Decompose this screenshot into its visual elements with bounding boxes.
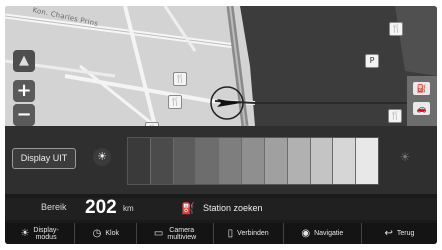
brightness-level-7[interactable]	[264, 138, 288, 184]
back-icon: ↩	[384, 228, 393, 239]
map-side-panel: ⛽ 🚗	[407, 76, 437, 126]
navigation-label: Navigatie	[314, 230, 344, 237]
display-off-button[interactable]: Display UIT	[12, 148, 76, 169]
brightness-level-2[interactable]	[150, 138, 174, 184]
brightness-level-9[interactable]	[310, 138, 334, 184]
navigation-button[interactable]: ◉ Navigatie	[284, 223, 362, 244]
range-unit: km	[123, 204, 134, 213]
camera-icon: ▭	[153, 228, 164, 239]
zoom-out-button[interactable]: −	[13, 104, 35, 126]
parking-icon[interactable]: P	[365, 54, 379, 68]
display-mode-icon: ☀	[20, 228, 30, 239]
back-label: Terug	[396, 230, 415, 237]
brightness-level-11[interactable]	[356, 138, 378, 184]
brightness-level-6[interactable]	[242, 138, 265, 184]
clock-button[interactable]: ◷ Klok	[75, 223, 138, 244]
charging-station-icon[interactable]: ⛽	[181, 202, 195, 216]
connect-label: Verbinden	[237, 230, 269, 237]
display-mode-button[interactable]: ☀ Display- modus	[5, 223, 76, 244]
brightness-level-8[interactable]	[287, 138, 311, 184]
zoom-in-button[interactable]: +	[13, 80, 35, 102]
brightness-level-1[interactable]	[128, 138, 151, 184]
brightness-panel: Display UIT ☀ ☀	[5, 126, 437, 194]
back-button[interactable]: ↩ Terug	[362, 223, 437, 244]
brightness-level-5[interactable]	[219, 138, 243, 184]
fuel-station-icon[interactable]: ⛽	[413, 82, 430, 95]
camera-multiview-button[interactable]: ▭ Camera multiview	[137, 223, 214, 244]
restaurant-icon[interactable]: 🍴	[388, 109, 402, 123]
infotainment-screen: Kon. Charles Prins 🍴 🍴 🍴 🍴 🍴 P ▲ + − ⛽ 🚗…	[5, 6, 437, 244]
map-layer-icon[interactable]: ▲	[13, 50, 35, 72]
restaurant-icon[interactable]: 🍴	[168, 95, 182, 109]
connect-button[interactable]: ▯ Verbinden	[214, 223, 284, 244]
brightness-level-10[interactable]	[333, 138, 357, 184]
navigation-icon: ◉	[301, 228, 311, 239]
car-icon[interactable]: 🚗	[413, 102, 430, 115]
clock-icon: ◷	[92, 228, 102, 239]
restaurant-icon[interactable]: 🍴	[389, 22, 403, 36]
brightness-slider[interactable]	[127, 137, 379, 185]
info-bar: Bereik 202 km ⛽ Station zoeken	[5, 197, 437, 220]
brightness-high-icon[interactable]: ☀	[396, 148, 414, 166]
clock-label: Klok	[105, 230, 119, 237]
brightness-level-4[interactable]	[196, 138, 220, 184]
range-value: 202	[85, 197, 117, 218]
bottom-nav: ☀ Display- modus ◷ Klok ▭ Camera multivi…	[5, 223, 437, 244]
camera-multiview-label: Camera multiview	[167, 226, 197, 241]
display-mode-label: Display- modus	[33, 226, 59, 241]
brightness-level-3[interactable]	[173, 138, 197, 184]
map-view[interactable]: Kon. Charles Prins 🍴 🍴 🍴 🍴 🍴 P ▲ + − ⛽ 🚗	[5, 6, 437, 126]
phone-icon: ▯	[227, 228, 234, 239]
brightness-low-icon[interactable]: ☀	[93, 148, 111, 166]
restaurant-icon[interactable]: 🍴	[173, 72, 187, 86]
range-label: Bereik	[41, 202, 67, 212]
station-search-button[interactable]: Station zoeken	[203, 203, 263, 213]
